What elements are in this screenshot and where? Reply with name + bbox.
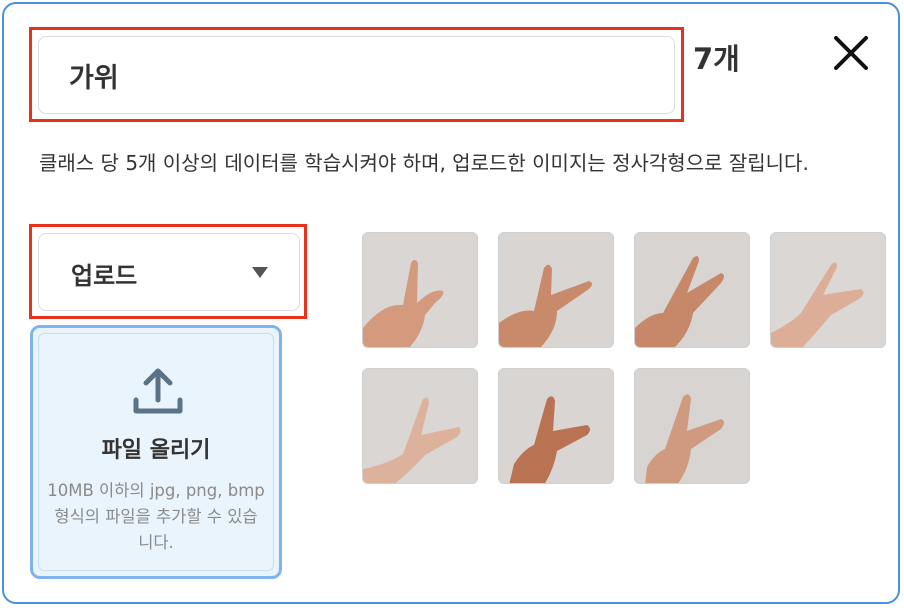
close-button[interactable] [828,30,874,76]
hand-image [363,369,477,483]
hand-image [499,233,613,347]
upload-icon [133,368,183,414]
sample-thumbnail[interactable] [498,232,614,348]
instruction-text: 클래스 당 5개 이상의 데이터를 학습시켜야 하며, 업로드한 이미지는 정사… [39,151,809,175]
hand-image [635,369,749,483]
hand-image [771,233,885,347]
sample-thumbnail[interactable] [634,232,750,348]
class-name-input[interactable] [38,36,675,114]
sample-thumbnail[interactable] [362,232,478,348]
sample-thumbnail[interactable] [498,368,614,484]
sample-thumbnail[interactable] [634,368,750,484]
hand-image [363,233,477,347]
dropzone-hint: 10MB 이하의 jpg, png, bmp 형식의 파일을 추가할 수 있습니… [47,481,265,552]
sample-count: 7개 [693,42,740,76]
upload-dropdown-label: 업로드 [71,262,138,290]
caret-down-icon [252,267,268,278]
sample-thumbnail[interactable] [770,232,886,348]
file-dropzone[interactable]: 파일 올리기 10MB 이하의 jpg, png, bmp 형식의 파일을 추가… [30,325,282,579]
hand-image [499,369,613,483]
close-icon [834,36,868,70]
dropzone-title: 파일 올리기 [101,438,211,463]
sample-thumbnail[interactable] [362,368,478,484]
hand-image [635,233,749,347]
upload-dropdown[interactable]: 업로드 [38,233,300,311]
